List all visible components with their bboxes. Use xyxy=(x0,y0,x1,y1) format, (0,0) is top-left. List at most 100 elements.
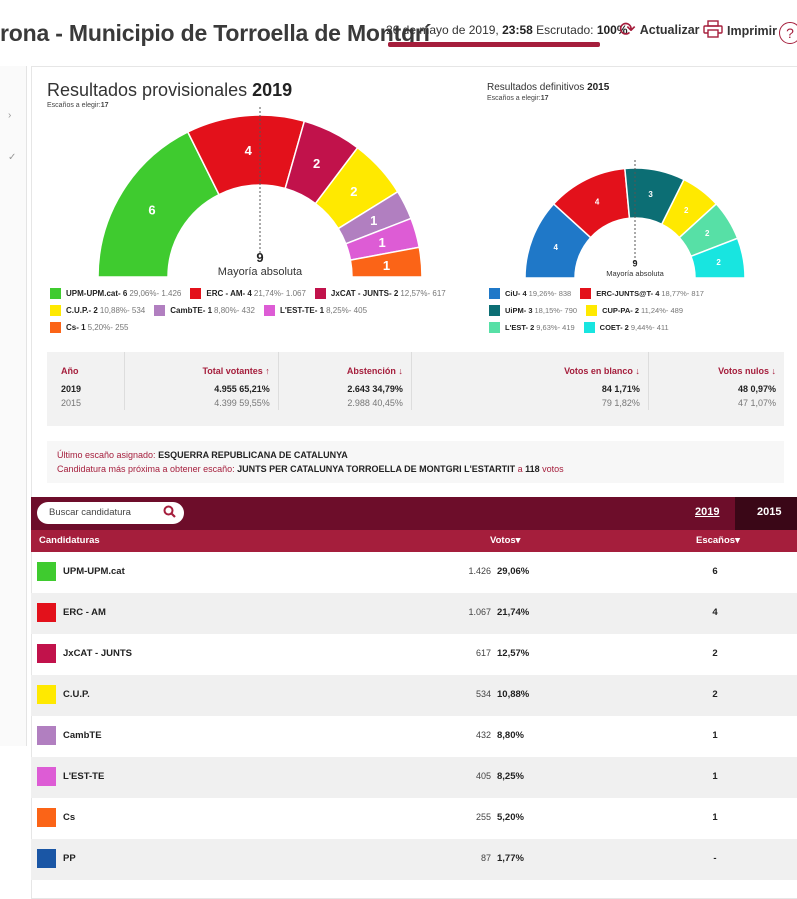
party-votes: 617 xyxy=(475,648,491,658)
top-bar: rona - Municipio de Torroella de Montgrí… xyxy=(0,0,797,66)
party-color-swatch xyxy=(37,603,56,622)
legend-detail: 10,88%- 534 xyxy=(99,306,146,315)
legend-label: UiPM- 3 xyxy=(505,306,533,315)
last-seat-line: Último escaño asignado: ESQUERRA REPUBLI… xyxy=(57,450,348,460)
stats-blank: 79 1,82% xyxy=(411,396,649,410)
legend-detail: 19,26%- 838 xyxy=(528,289,572,298)
refresh-icon: ⟳ xyxy=(619,19,636,41)
party-color-swatch xyxy=(37,562,56,581)
party-seats: - xyxy=(713,853,717,864)
table-row[interactable]: UPM-UPM.cat 1.426 29,06% 6 xyxy=(31,552,797,593)
scrutiny-status: 26 de mayo de 2019, 23:58 Escrutado: 100… xyxy=(386,23,628,37)
legend-label: L'EST-TE- 1 xyxy=(279,306,325,315)
help-icon[interactable]: ? xyxy=(779,22,797,44)
next-seat-line: Candidatura más próxima a obtener escaño… xyxy=(57,464,564,474)
party-name: ERC - AM xyxy=(63,607,106,618)
search-input[interactable]: Buscar candidatura xyxy=(37,502,184,524)
legend-swatch xyxy=(50,288,61,299)
legend-item: CUP-PA- 2 11,24%- 489 xyxy=(586,305,683,316)
chart-2015-hemicycle: 4 4 3 2 2 2 9Mayoría absoluta xyxy=(524,160,746,279)
party-seats: 1 xyxy=(712,771,718,782)
legend-swatch xyxy=(263,305,275,316)
tab-2019[interactable]: 2019 xyxy=(695,506,719,518)
party-seats: 1 xyxy=(712,730,718,741)
table-row[interactable]: Cs 255 5,20% 1 xyxy=(31,798,797,839)
legend-detail: 9,44%- 411 xyxy=(630,323,669,332)
chart-2015-seats: Escaños a elegir:17 xyxy=(487,95,549,102)
chart-2015-legend: CiU- 4 19,26%- 838 ERC-JUNTS@T- 4 18,77%- 8… xyxy=(489,288,729,333)
table-row[interactable]: JxCAT - JUNTS 617 12,57% 2 xyxy=(31,634,797,675)
slice-label: 2 xyxy=(684,206,689,215)
slice-label: 6 xyxy=(148,203,155,218)
search-icon[interactable] xyxy=(163,504,176,523)
tab-2015[interactable]: 2015 xyxy=(757,506,781,518)
update-label: Actualizar xyxy=(639,23,700,37)
majority-value: 9 xyxy=(632,259,637,269)
legend-detail: 12,57%- 617 xyxy=(400,289,446,298)
stats-row: 2019 4.955 65,21% 2.643 34,79% 84 1,71% … xyxy=(47,382,784,396)
scrutiny-progress-bar xyxy=(388,42,600,47)
legend-item: COET- 2 9,44%- 411 xyxy=(583,322,669,333)
col-candidaturas: Candidaturas xyxy=(39,535,100,546)
slice-label: 3 xyxy=(648,190,653,199)
party-votes: 534 xyxy=(475,689,491,699)
party-seats: 6 xyxy=(712,566,718,577)
party-name: UPM-UPM.cat xyxy=(63,566,125,577)
table-row[interactable]: C.U.P. 534 10,88% 2 xyxy=(31,675,797,716)
check-icon[interactable]: ✓ xyxy=(8,152,16,163)
stats-header-blank[interactable]: Votos en blanco ↓ xyxy=(411,352,649,382)
legend-swatch xyxy=(586,305,598,316)
stats-header-total[interactable]: Total votantes ↑ xyxy=(124,352,279,382)
party-percent: 1,77% xyxy=(497,853,524,864)
legend-swatch xyxy=(583,322,595,333)
table-row[interactable]: ERC - AM 1.067 21,74% 4 xyxy=(31,593,797,634)
legend-label: CiU- 4 xyxy=(505,289,527,298)
party-color-swatch xyxy=(37,767,56,786)
legend-label: ERC-JUNTS@T- 4 xyxy=(596,289,660,298)
print-button[interactable]: Imprimir xyxy=(703,20,777,42)
table-row[interactable]: L'EST-TE 405 8,25% 1 xyxy=(31,757,797,798)
legend-item: JxCAT - JUNTS- 2 12,57%- 617 xyxy=(314,288,446,299)
results-table: UPM-UPM.cat 1.426 29,06% 6 ERC - AM 1.067 21,7… xyxy=(31,552,797,880)
party-seats: 4 xyxy=(712,607,718,618)
stats-null: 47 1,07% xyxy=(737,398,776,408)
stats-abstention: 2.643 34,79% xyxy=(278,382,412,396)
legend-detail: 8,80%- 432 xyxy=(214,306,255,315)
party-name: PP xyxy=(63,853,76,864)
legend-detail: 9,63%- 419 xyxy=(536,323,575,332)
legend-label: Cs- 1 xyxy=(66,323,86,332)
legend-item: UPM-UPM.cat- 6 29,06%- 1.426 xyxy=(50,288,181,299)
page-title: rona - Municipio de Torroella de Montgrí xyxy=(0,20,430,46)
party-percent: 5,20% xyxy=(497,812,524,823)
table-toolbar: Buscar candidatura 2019 2015 xyxy=(31,497,797,530)
party-seats: 1 xyxy=(712,812,718,823)
chart-2019-title: Resultados provisionales 2019 xyxy=(47,80,293,100)
table-row[interactable]: CambTE 432 8,80% 1 xyxy=(31,716,797,757)
party-votes: 255 xyxy=(475,812,491,822)
stats-table: Año Total votantes ↑ Abstención ↓ Votos … xyxy=(47,352,784,410)
legend-label: COET- 2 xyxy=(599,323,629,332)
col-escanos[interactable]: Escaños▾ xyxy=(696,535,740,546)
legend-swatch xyxy=(50,322,61,333)
stats-header-abstention[interactable]: Abstención ↓ xyxy=(278,352,412,382)
print-label: Imprimir xyxy=(727,24,778,38)
party-name: CambTE xyxy=(63,730,102,741)
chart-2019-legend: UPM-UPM.cat- 6 29,06%- 1.426 ERC - AM- 4 21… xyxy=(50,288,450,333)
date-label: 26 de mayo de 2019, xyxy=(386,23,503,37)
legend-detail: 8,25%- 405 xyxy=(326,306,368,315)
legend-detail: 21,74%- 1.067 xyxy=(253,289,306,298)
party-color-swatch xyxy=(37,726,56,745)
party-name: L'EST-TE xyxy=(63,771,105,782)
legend-item: ERC - AM- 4 21,74%- 1.067 xyxy=(190,288,306,299)
legend-swatch xyxy=(314,288,326,299)
party-name: C.U.P. xyxy=(63,689,90,700)
stats-header-null[interactable]: Votos nulos ↓ xyxy=(648,352,784,382)
party-color-swatch xyxy=(37,685,56,704)
table-row[interactable]: PP 87 1,77% - xyxy=(31,839,797,880)
slice-label: 1 xyxy=(379,235,386,250)
party-color-swatch xyxy=(37,849,56,868)
chevron-right-icon[interactable]: › xyxy=(8,110,11,121)
update-button[interactable]: ⟳ Actualizar xyxy=(619,20,700,40)
party-votes: 432 xyxy=(475,730,491,740)
col-votos[interactable]: Votos▾ xyxy=(490,535,520,546)
